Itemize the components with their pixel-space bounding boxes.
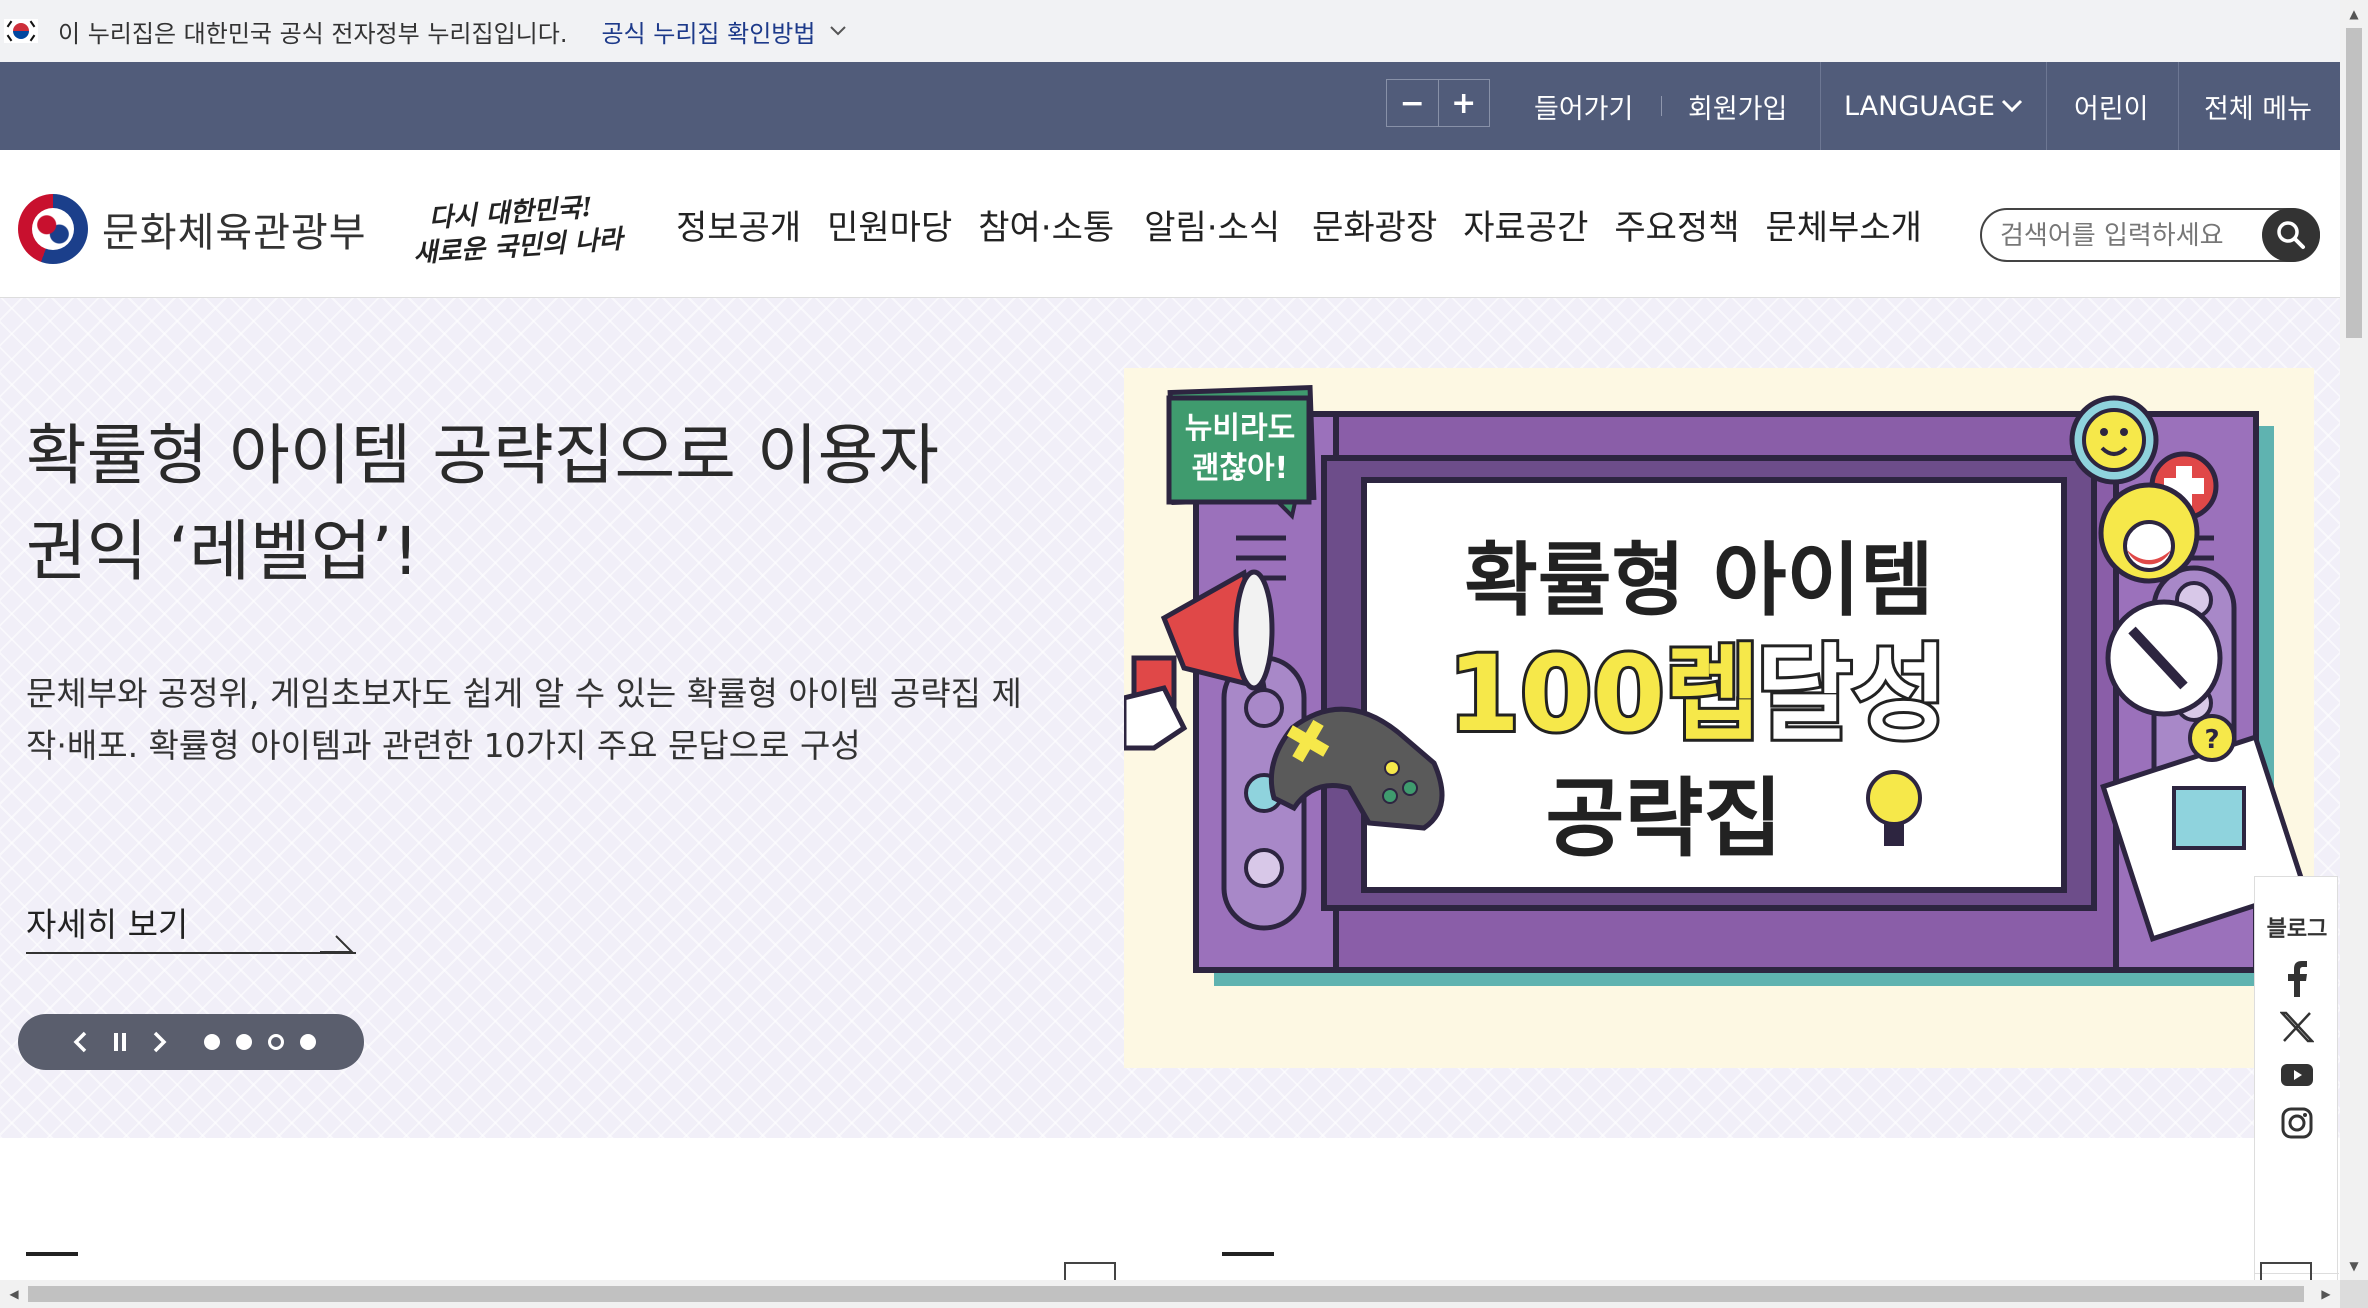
x-icon[interactable]: [2277, 1007, 2317, 1047]
prev-slide-button[interactable]: [60, 1022, 100, 1062]
nav-item-about[interactable]: 문체부소개: [1766, 200, 1922, 249]
hero-title-line2: 권익 ‘레벨업’!: [26, 513, 419, 590]
scrollbar-corner: [2340, 1280, 2368, 1308]
gov-banner-text: 이 누리집은 대한민국 공식 전자정부 누리집입니다.: [58, 19, 568, 48]
search-box: [1980, 208, 2320, 262]
bubble-line1: 뉴비라도: [1185, 411, 1295, 446]
login-link[interactable]: 들어가기: [1534, 62, 1633, 150]
nav-item-civil[interactable]: 민원마당: [827, 200, 952, 249]
illustration-line2-word: 달성: [1756, 633, 1947, 755]
gov-verify-link[interactable]: 공식 누리집 확인방법: [601, 14, 847, 49]
section-title-bar: [26, 1252, 78, 1256]
hero-title: 확률형 아이템 공략집으로 이용자 권익 ‘레벨업’!: [26, 408, 1076, 600]
youtube-icon[interactable]: [2277, 1055, 2317, 1095]
divider: [2046, 62, 2047, 150]
search-input[interactable]: [2000, 218, 2260, 254]
chevron-down-icon: [2001, 99, 2023, 113]
pause-icon: [114, 1033, 126, 1051]
pause-button[interactable]: [100, 1022, 140, 1062]
hero-image: 확률형 아이템 100렙 달성 공략집 뉴비라도 괜찮아! ?: [1124, 368, 2314, 1068]
slider-controls: [18, 1014, 364, 1070]
slide-dot[interactable]: [300, 1034, 316, 1050]
facebook-icon[interactable]: [2277, 959, 2317, 999]
all-menu-button[interactable]: 전체 메뉴: [2204, 62, 2312, 150]
instagram-icon[interactable]: [2277, 1103, 2317, 1143]
section-title-bar: [1222, 1252, 1274, 1256]
chevron-right-icon: [153, 1031, 167, 1053]
more-link[interactable]: 자세히 보기: [26, 898, 356, 954]
language-dropdown[interactable]: LANGUAGE: [1844, 62, 2023, 150]
ministry-logo[interactable]: 문화체육관광부: [18, 194, 367, 264]
hero-desc-line2: 작·배포. 확률형 아이템과 관련한 10가지 주요 문답으로 구성: [26, 726, 861, 765]
hero-slider: 확률형 아이템 공략집으로 이용자 권익 ‘레벨업’! 문체부와 공정위, 게임…: [0, 298, 2340, 1308]
more-label: 자세히 보기: [26, 905, 189, 944]
main-nav: 정보공개 민원마당 참여·소통 알림·소식 문화광장 자료공간 주요정책 문체부…: [676, 150, 1948, 298]
taegeuk-logo-icon: [18, 194, 88, 264]
illustration-line1: 확률형 아이템: [1464, 534, 1933, 627]
next-slide-button[interactable]: [140, 1022, 180, 1062]
scrollbar-thumb[interactable]: [28, 1286, 2304, 1302]
kids-link[interactable]: 어린이: [2074, 62, 2149, 150]
slide-dot[interactable]: [236, 1034, 252, 1050]
game-console-illustration: 확률형 아이템 100렙 달성 공략집 뉴비라도 괜찮아! ?: [1124, 368, 2314, 1068]
gov-verify-label: 공식 누리집 확인방법: [601, 19, 816, 48]
scrollbar-thumb[interactable]: [2346, 28, 2362, 338]
scroll-right-arrow[interactable]: ▶: [2312, 1280, 2340, 1308]
scroll-left-arrow[interactable]: ◀: [0, 1280, 28, 1308]
arrow-right-icon: [320, 935, 355, 953]
nav-item-culture[interactable]: 문화광장: [1312, 200, 1437, 249]
illustration-line3: 공략집: [1545, 769, 1782, 869]
language-label: LANGUAGE: [1844, 90, 1995, 122]
scroll-up-arrow[interactable]: ▲: [2340, 2, 2368, 26]
hero-desc-line1: 문체부와 공정위, 게임초보자도 쉽게 알 수 있는 확률형 아이템 공략집 제: [26, 674, 1022, 713]
nav-item-info[interactable]: 정보공개: [676, 200, 801, 249]
slogan: 다시 대한민국! 새로운 국민의 나라: [410, 189, 624, 271]
site-header: 문화체육관광부 다시 대한민국! 새로운 국민의 나라 정보공개 민원마당 참여…: [0, 150, 2340, 298]
utility-bar: − + 들어가기 회원가입 LANGUAGE 어린이 전체 메뉴: [0, 62, 2340, 150]
divider: [1820, 62, 1821, 150]
scroll-down-arrow[interactable]: ▼: [2340, 1254, 2368, 1278]
vertical-scrollbar[interactable]: ▲ ▼: [2340, 0, 2368, 1280]
gov-banner: 이 누리집은 대한민국 공식 전자정부 누리집입니다. 공식 누리집 확인방법: [0, 0, 2340, 62]
slide-dot[interactable]: [268, 1034, 284, 1050]
search-button[interactable]: [2262, 208, 2320, 262]
search-icon: [2277, 221, 2305, 249]
svg-text:?: ?: [2204, 725, 2219, 755]
nav-item-policy[interactable]: 주요정책: [1614, 200, 1739, 249]
chevron-left-icon: [73, 1031, 87, 1053]
zoom-in-button[interactable]: +: [1439, 80, 1490, 126]
korea-flag-icon: [4, 19, 38, 43]
nav-item-participation[interactable]: 참여·소통: [978, 200, 1114, 249]
hero-description: 문체부와 공정위, 게임초보자도 쉽게 알 수 있는 확률형 아이템 공략집 제…: [26, 668, 1086, 772]
zoom-out-button[interactable]: −: [1387, 80, 1439, 126]
signup-link[interactable]: 회원가입: [1688, 62, 1787, 150]
page: 이 누리집은 대한민국 공식 전자정부 누리집입니다. 공식 누리집 확인방법 …: [0, 0, 2368, 1308]
hero-title-line1: 확률형 아이템 공략집으로 이용자: [26, 417, 940, 494]
divider: [2178, 62, 2179, 150]
divider: [1661, 96, 1662, 116]
bubble-line2: 괜찮아!: [1192, 451, 1288, 486]
blog-link[interactable]: 블로그: [2255, 911, 2339, 943]
quick-menu: 블로그 위로: [2254, 876, 2339, 1308]
slide-dots: [204, 1034, 332, 1050]
zoom-controls: − +: [1386, 79, 1490, 127]
logo-text: 문화체육관광부: [102, 210, 367, 256]
nav-item-resources[interactable]: 자료공간: [1463, 200, 1588, 249]
chevron-down-icon: [829, 21, 847, 42]
nav-item-news[interactable]: 알림·소식: [1144, 200, 1280, 249]
slide-dot[interactable]: [204, 1034, 220, 1050]
horizontal-scrollbar[interactable]: ◀ ▶: [0, 1280, 2340, 1308]
illustration-line2-num: 100렙: [1448, 633, 1761, 755]
